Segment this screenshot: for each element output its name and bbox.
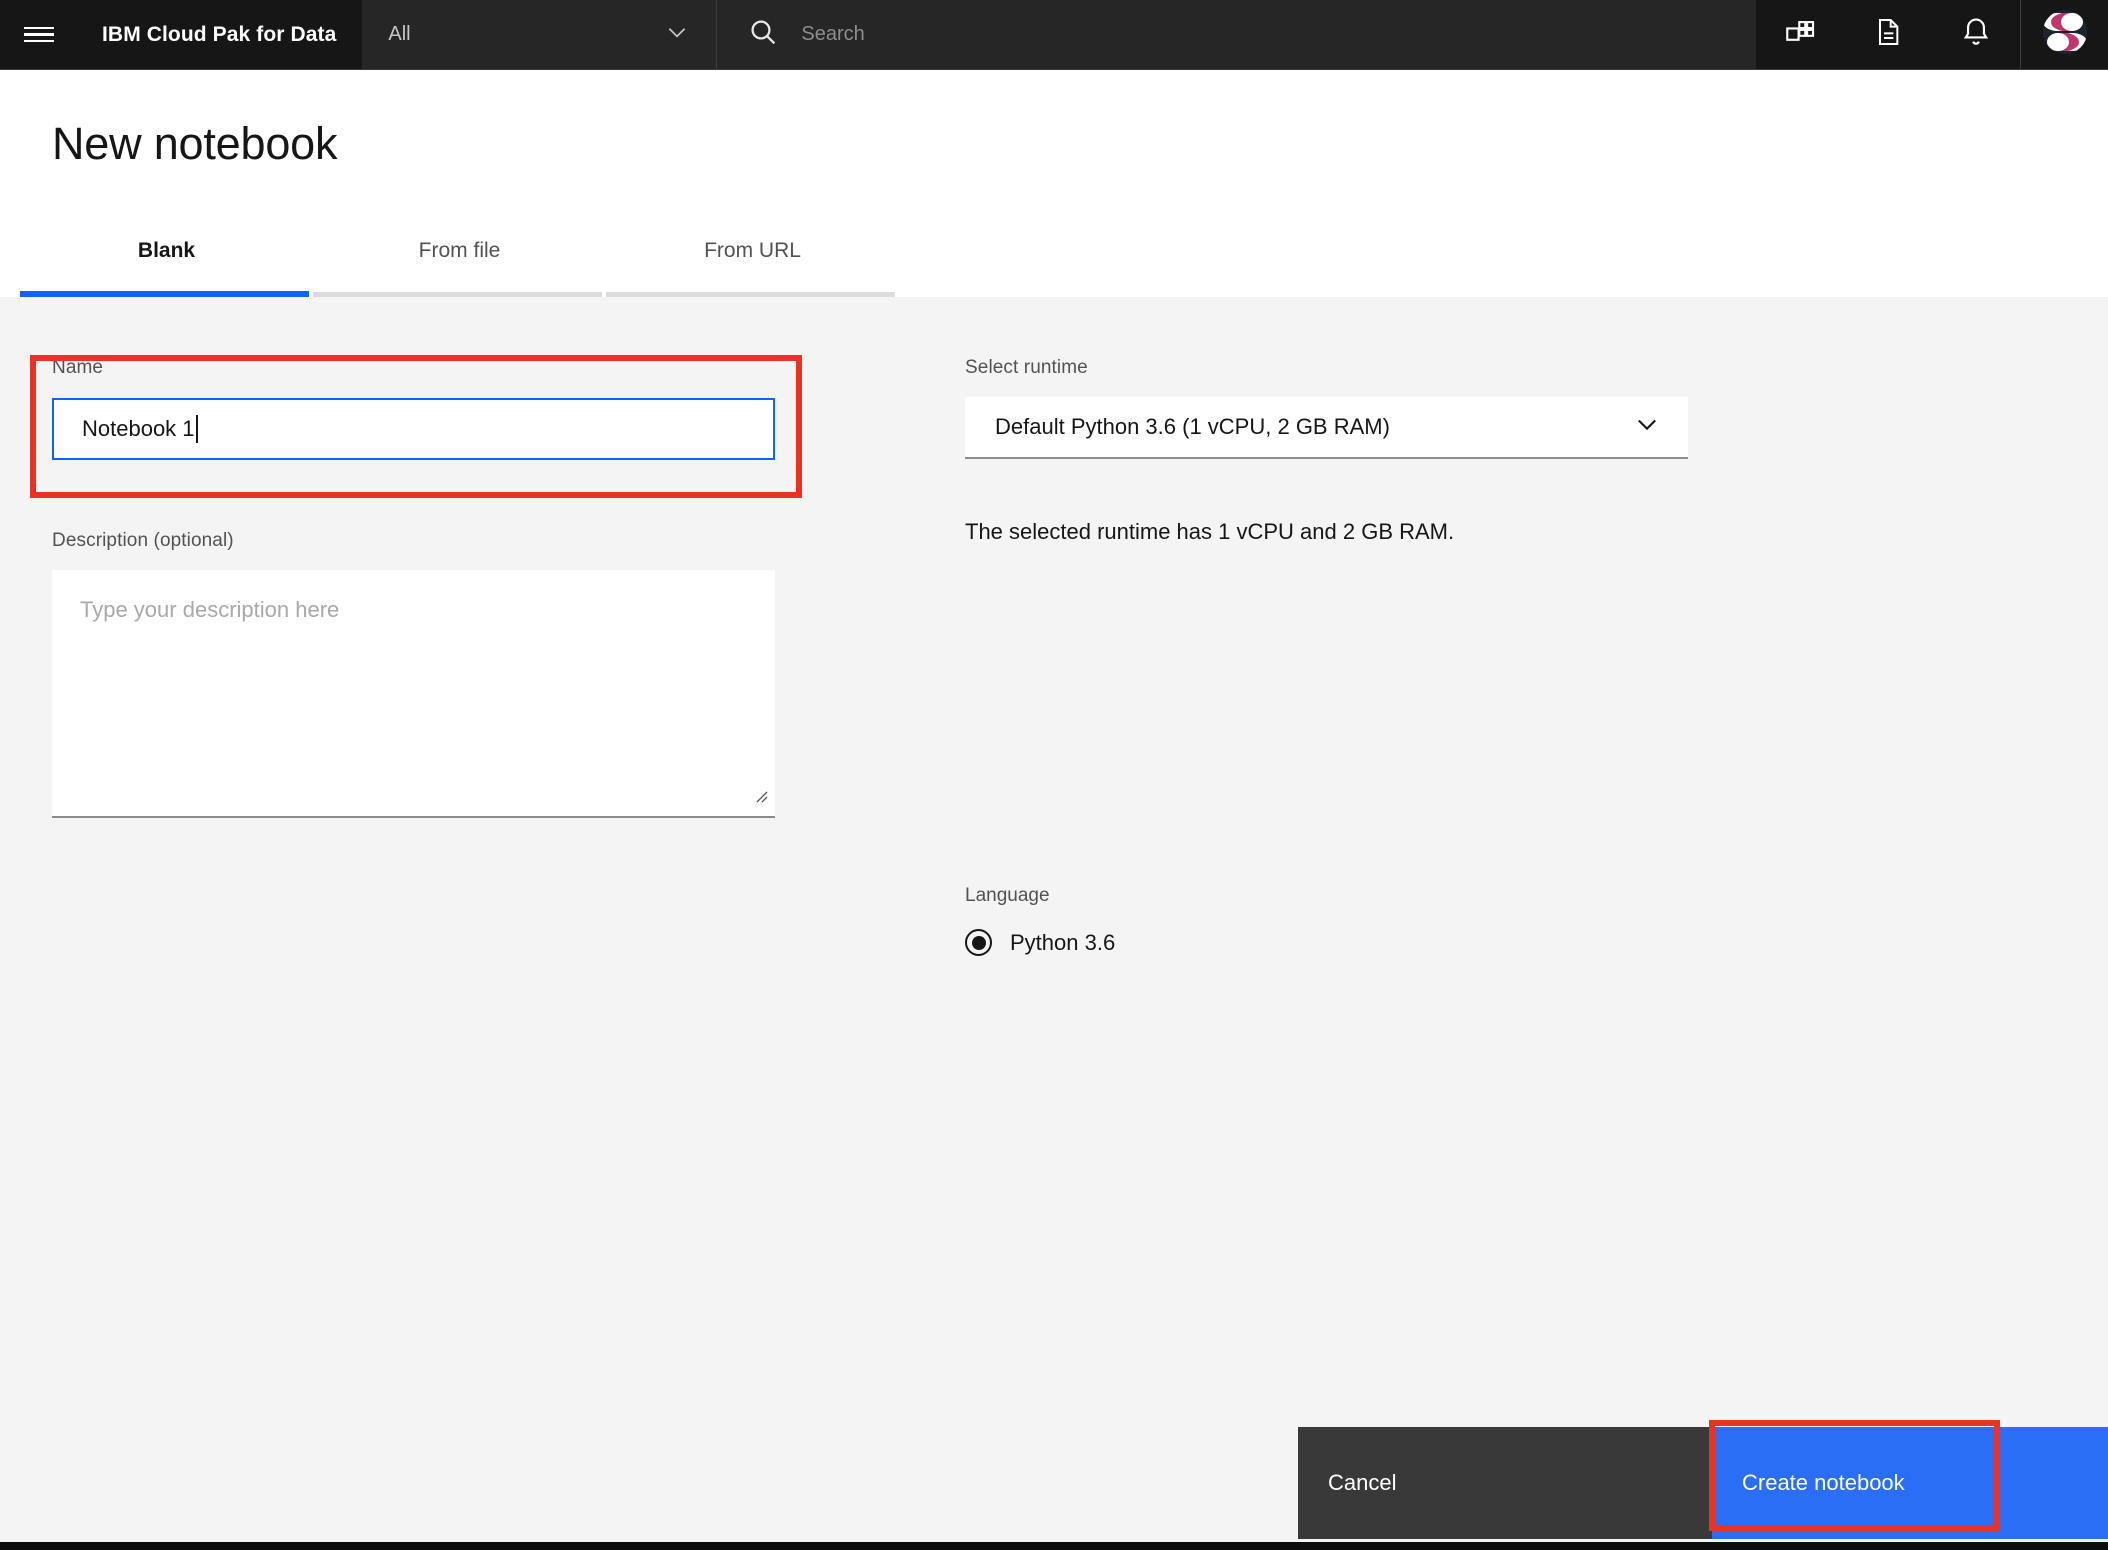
notifications-bell-icon <box>1959 15 1993 54</box>
tab-from-file-label: From file <box>418 239 501 262</box>
tab-from-file[interactable]: From file <box>313 235 606 297</box>
search-icon <box>747 16 779 53</box>
global-search[interactable]: Search <box>717 0 1756 69</box>
hamburger-menu-icon <box>24 23 54 47</box>
language-label: Language <box>965 885 1050 906</box>
runtime-dropdown[interactable]: Default Python 3.6 (1 vCPU, 2 GB RAM) <box>965 397 1688 459</box>
header-icon-group <box>1756 0 2108 69</box>
hamburger-menu-button[interactable] <box>0 0 78 69</box>
app-root: IBM Cloud Pak for Data All Search New no… <box>0 0 2108 1550</box>
document-icon <box>1872 16 1904 53</box>
tab-from-url[interactable]: From URL <box>606 235 899 297</box>
app-switcher-icon <box>1783 15 1817 54</box>
tab-blank-label: Blank <box>137 239 196 262</box>
radio-selected-icon[interactable] <box>965 929 992 956</box>
description-textarea[interactable]: Type your description here <box>52 570 775 818</box>
resize-handle-icon[interactable] <box>749 784 769 809</box>
cancel-button[interactable]: Cancel <box>1298 1427 1712 1539</box>
notifications-button[interactable] <box>1932 0 2020 69</box>
name-input[interactable]: Notebook 1 <box>52 398 775 460</box>
bottom-edge-strip <box>0 1542 2108 1550</box>
language-option-label: Python 3.6 <box>1010 929 1116 955</box>
form-actions: Cancel Create notebook <box>1298 1427 2108 1539</box>
description-placeholder: Type your description here <box>80 597 340 622</box>
name-input-value: Notebook 1 <box>82 416 195 441</box>
tab-from-url-label: From URL <box>704 239 801 262</box>
form-content-area: Name Notebook 1 Description (optional) T… <box>0 297 2108 1550</box>
search-input[interactable]: Search <box>801 23 864 46</box>
global-header: IBM Cloud Pak for Data All Search <box>0 0 2108 70</box>
name-field-group: Name Notebook 1 <box>52 357 777 460</box>
tab-blank[interactable]: Blank <box>20 235 313 297</box>
chevron-down-icon <box>664 19 690 50</box>
page-title: New notebook <box>52 118 338 169</box>
brand-title[interactable]: IBM Cloud Pak for Data <box>78 0 363 69</box>
chevron-down-icon <box>1633 410 1661 444</box>
documents-button[interactable] <box>1844 0 1932 69</box>
create-notebook-button[interactable]: Create notebook <box>1712 1427 2108 1539</box>
scope-dropdown-value: All <box>388 23 411 45</box>
runtime-label: Select runtime <box>965 357 1088 378</box>
user-avatar <box>2038 6 2091 63</box>
notebook-source-tabs: Blank From file From URL <box>20 235 899 297</box>
runtime-dropdown-value: Default Python 3.6 (1 vCPU, 2 GB RAM) <box>995 414 1390 439</box>
runtime-field-group: Select runtime Default Python 3.6 (1 vCP… <box>965 357 1690 459</box>
description-label: Description (optional) <box>52 530 234 551</box>
language-option-python[interactable]: Python 3.6 <box>965 929 1115 956</box>
app-switcher-button[interactable] <box>1756 0 1844 69</box>
name-label: Name <box>52 357 104 378</box>
runtime-note: The selected runtime has 1 vCPU and 2 GB… <box>965 519 1455 544</box>
description-field-group: Description (optional) Type your descrip… <box>52 530 777 818</box>
text-cursor <box>195 415 198 443</box>
language-field-group: Language Python 3.6 <box>965 885 1115 956</box>
scope-dropdown[interactable]: All <box>362 0 718 69</box>
user-avatar-button[interactable] <box>2020 0 2108 69</box>
